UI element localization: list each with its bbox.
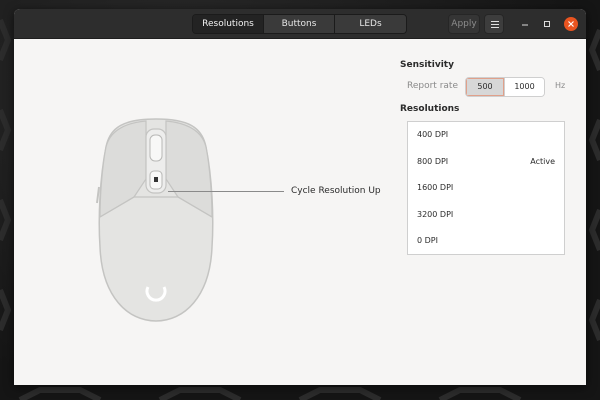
piper-window: Resolutions Buttons LEDs Apply Cycle Res… [14, 9, 586, 385]
rate-500-button[interactable]: 500 [466, 78, 505, 96]
close-icon[interactable] [564, 17, 578, 31]
view-switcher: Resolutions Buttons LEDs [192, 14, 407, 34]
resolutions-title: Resolutions [400, 104, 460, 114]
resolution-row-3200[interactable]: 3200 DPI [408, 202, 564, 229]
apply-button[interactable]: Apply [448, 14, 480, 34]
resolution-row-0[interactable]: 0 DPI [408, 228, 564, 255]
header-bar: Resolutions Buttons LEDs Apply [14, 9, 586, 39]
hz-unit-label: Hz [555, 81, 566, 90]
callout-line [168, 191, 284, 192]
resolution-label: 3200 DPI [417, 209, 454, 219]
report-rate-selector: 500 1000 [465, 77, 545, 97]
tab-resolutions[interactable]: Resolutions [193, 15, 264, 33]
resolution-row-400[interactable]: 400 DPI [408, 122, 564, 149]
minimize-icon[interactable] [518, 17, 532, 31]
resolution-list: 400 DPI 800 DPI Active 1600 DPI 3200 DPI… [407, 121, 565, 255]
tab-leds[interactable]: LEDs [335, 15, 406, 33]
rate-1000-button[interactable]: 1000 [505, 78, 544, 96]
maximize-icon[interactable] [540, 17, 554, 31]
resolution-label: 0 DPI [417, 236, 438, 246]
active-badge: Active [530, 156, 555, 166]
resolution-row-800[interactable]: 800 DPI Active [408, 149, 564, 176]
hamburger-menu-icon[interactable] [484, 14, 504, 34]
resolution-row-1600[interactable]: 1600 DPI [408, 175, 564, 202]
report-rate-label: Report rate [407, 81, 458, 91]
callout-label[interactable]: Cycle Resolution Up [291, 186, 381, 196]
tab-buttons[interactable]: Buttons [264, 15, 335, 33]
resolution-label: 1600 DPI [417, 183, 454, 193]
mouse-illustration [96, 118, 214, 322]
main-content: Cycle Resolution Up Sensitivity Report r… [14, 39, 586, 385]
sensitivity-title: Sensitivity [400, 60, 454, 70]
resolution-label: 400 DPI [417, 130, 449, 139]
resolution-label: 800 DPI [417, 156, 449, 166]
